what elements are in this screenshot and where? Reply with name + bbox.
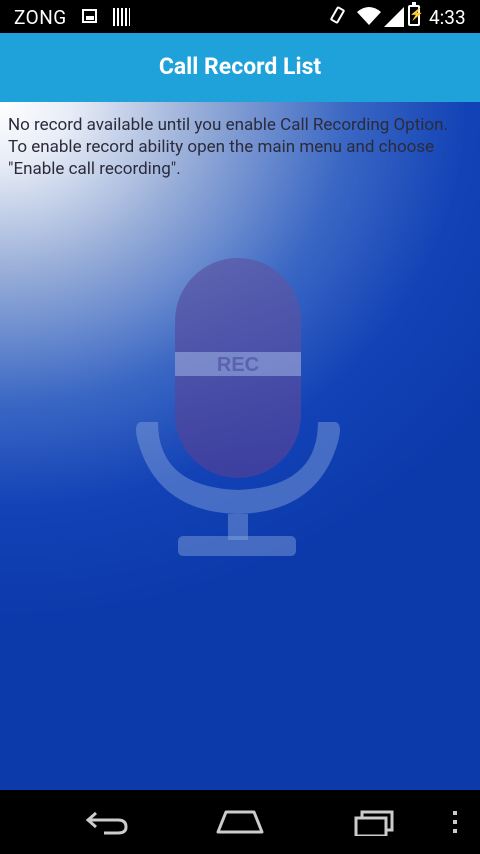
message-line-1: No record available until you enable Cal… [8,115,448,135]
title-bar: Call Record List [0,33,480,102]
navigation-bar [0,790,480,854]
barcode-icon [113,8,130,26]
overflow-menu-button[interactable] [440,800,470,844]
carrier-name: ZONG [14,6,67,29]
status-bar: ZONG 4:33 [0,0,480,33]
signal-icon [384,7,404,27]
main-content: No record available until you enable Cal… [0,102,480,790]
rec-label: REC [217,354,259,376]
wifi-icon [357,7,381,25]
back-icon [85,811,128,835]
clock: 4:33 [429,6,466,29]
vibrate-icon [329,5,346,25]
message-line-2: To enable record ability open the main m… [8,137,435,179]
back-button[interactable] [72,800,142,844]
battery-charging-icon [408,2,424,26]
home-icon [216,810,264,834]
microphone-icon: REC [136,258,340,556]
home-button[interactable] [205,800,275,844]
image-icon [82,9,97,23]
recents-icon [354,810,394,836]
recents-button[interactable] [340,800,410,844]
page-title: Call Record List [158,53,322,80]
overflow-menu-icon [453,811,457,833]
empty-state-message: No record available until you enable Cal… [8,114,468,180]
